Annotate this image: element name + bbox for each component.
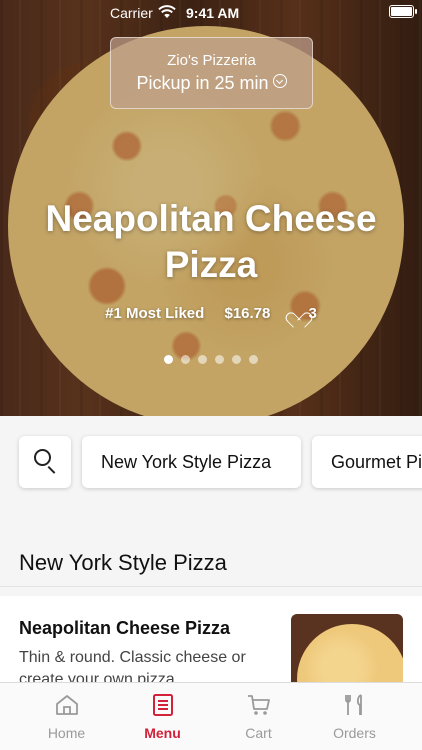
carrier-label: Carrier (110, 5, 153, 21)
tab-home-label: Home (47, 725, 86, 741)
cart-icon (247, 695, 270, 715)
divider (0, 586, 422, 587)
tab-cart-label: Cart (245, 725, 272, 741)
featured-item-meta: #1 Most Liked $16.78 3 (0, 305, 422, 322)
menu-item-name: Neapolitan Cheese Pizza (19, 618, 231, 638)
featured-title-line1: Neapolitan Cheese (45, 198, 377, 239)
wifi-icon (158, 5, 176, 18)
home-icon (55, 695, 78, 715)
tab-cart[interactable]: Cart (206, 683, 311, 750)
likes-count[interactable]: 3 (291, 305, 317, 322)
store-name: Zio's Pizzeria (167, 52, 256, 69)
search-icon-handle (47, 466, 56, 474)
tab-menu[interactable]: Menu (110, 683, 215, 750)
search-button[interactable] (19, 436, 71, 488)
carousel-dot[interactable] (181, 355, 190, 364)
carousel-page-indicator[interactable] (0, 351, 422, 369)
store-selector[interactable]: Zio's Pizzeria Pickup in 25 min (110, 37, 313, 109)
featured-price: $16.78 (224, 305, 271, 322)
carousel-dot[interactable] (215, 355, 224, 364)
tab-menu-label: Menu (144, 725, 181, 741)
menu-item[interactable]: Neapolitan Cheese Pizza Thin & round. Cl… (0, 596, 422, 714)
category-bar: New York Style Pizza Gourmet Pizza (0, 416, 422, 508)
heart-icon (291, 306, 307, 320)
carousel-dot[interactable] (198, 355, 207, 364)
tab-orders[interactable]: Orders (302, 683, 407, 750)
chevron-down-icon (272, 74, 287, 88)
status-bar: Carrier 9:41 AM (0, 0, 422, 26)
featured-title-line2: Pizza (164, 244, 258, 285)
tab-bar: Home Menu Cart Orders (0, 682, 422, 750)
carousel-dot[interactable] (249, 355, 258, 364)
category-chip-new-york-style[interactable]: New York Style Pizza (82, 436, 301, 488)
orders-icon (344, 694, 362, 715)
carousel-dot[interactable] (232, 355, 241, 364)
most-liked-badge: #1 Most Liked (105, 305, 205, 322)
pickup-label: Pickup in 25 min (136, 73, 269, 93)
pickup-time: Pickup in 25 min (111, 73, 312, 94)
featured-item-title: Neapolitan Cheese Pizza (0, 196, 422, 288)
hero-banner[interactable]: Carrier 9:41 AM Zio's Pizzeria Pickup in… (0, 0, 422, 416)
search-icon (34, 449, 51, 466)
category-chip-gourmet[interactable]: Gourmet Pizza (312, 436, 422, 488)
section-title: New York Style Pizza (19, 550, 227, 575)
menu-icon (152, 694, 173, 716)
tab-home[interactable]: Home (14, 683, 119, 750)
battery-icon (389, 5, 417, 18)
carousel-dot[interactable] (164, 355, 173, 364)
tab-orders-label: Orders (333, 725, 376, 741)
clock: 9:41 AM (186, 5, 240, 21)
